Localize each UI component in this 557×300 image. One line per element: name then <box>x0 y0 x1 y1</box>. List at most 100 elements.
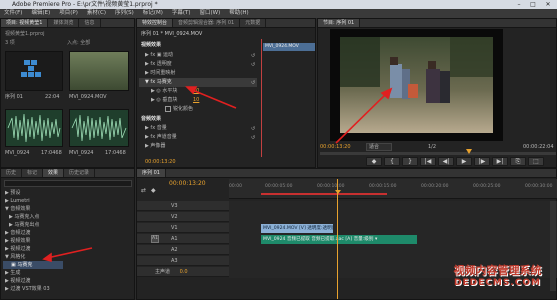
menu-file[interactable]: 文件(F) <box>4 9 22 18</box>
playhead-handle-icon[interactable] <box>335 190 341 194</box>
effects-item-mosaic-out[interactable]: ▶ 马赛克出点 <box>9 221 39 229</box>
step-back-button[interactable]: ◀| <box>438 157 454 166</box>
menu-clip[interactable]: 素材(C) <box>87 9 106 18</box>
tab-metadata[interactable]: 元数据 <box>240 19 267 27</box>
track-header-a3[interactable]: A3 <box>137 256 229 266</box>
program-scrubber[interactable] <box>320 152 556 155</box>
reset-icon[interactable]: ↺ <box>251 53 255 59</box>
effect-motion[interactable]: ▶ fx ▣ 运动 <box>145 51 173 59</box>
horizontal-blocks-value[interactable]: 10 <box>193 87 199 95</box>
tab-history-log[interactable]: 历史记录 <box>64 169 96 177</box>
menu-sequence[interactable]: 序列(S) <box>115 9 134 18</box>
effects-folder-stylize[interactable]: ▼ 风格化 <box>5 253 25 261</box>
track-header-a2[interactable]: A2 <box>137 245 229 255</box>
program-playhead-icon[interactable] <box>466 149 472 154</box>
tab-effects[interactable]: 效果 <box>43 169 65 177</box>
mark-in-button[interactable]: { <box>384 157 400 166</box>
effect-panner[interactable]: ▶ 声像器 <box>145 142 165 150</box>
track-header-master[interactable]: 主声道 0.0 <box>137 267 229 277</box>
effects-item-mosaic[interactable]: ▣ 马赛克 <box>11 261 32 269</box>
tab-info[interactable]: 信息 <box>79 19 101 27</box>
tab-effect-controls[interactable]: 特效控制台 <box>137 19 174 27</box>
sharpen-checkbox[interactable] <box>165 106 171 112</box>
effect-mosaic[interactable]: ▼ fx 马赛克 <box>145 78 172 86</box>
snap-icon[interactable]: ⇄ <box>141 187 146 194</box>
ruler-tick-5: 00:00:05:00 <box>265 184 293 189</box>
ruler-tick-30: 00:00:30:00 <box>525 184 553 189</box>
minimize-button[interactable]: – <box>512 1 526 8</box>
menu-edit[interactable]: 编辑(E) <box>31 9 50 18</box>
effects-folder-presets[interactable]: ▶ 预设 <box>5 189 20 197</box>
close-button[interactable]: ✕ <box>541 1 555 8</box>
marker-button[interactable]: ◆ <box>366 157 382 166</box>
fit-dropdown[interactable]: 适合 <box>366 143 392 151</box>
work-area-bar[interactable] <box>261 193 387 195</box>
resolution-dropdown[interactable]: 1/2 <box>428 143 436 151</box>
menu-help[interactable]: 帮助(H) <box>229 9 248 18</box>
tab-sequence-01[interactable]: 序列 01 <box>137 169 166 177</box>
effects-folder-video-effects[interactable]: ▶ 视频效果 <box>5 237 30 245</box>
menu-marker[interactable]: 标记(M) <box>143 9 163 18</box>
tab-history[interactable]: 历史 <box>1 169 23 177</box>
reset-icon[interactable]: ↺ <box>251 126 255 132</box>
program-duration: 00:00:22:04 <box>523 144 554 150</box>
effect-channel-volume[interactable]: ▶ fx 声道音量 <box>145 133 177 141</box>
tab-program[interactable]: 节目: 序列 01 <box>318 19 361 27</box>
timeline-playhead[interactable] <box>337 179 338 299</box>
go-to-out-button[interactable]: ▶| <box>492 157 508 166</box>
tab-markers[interactable]: 标记 <box>22 169 44 177</box>
audio-item-label-1: MVI_0924 <box>5 150 30 156</box>
program-current-timecode[interactable]: 00:00:13:20 <box>320 143 351 151</box>
effects-folder-lumetri[interactable]: ▶ Lumetri <box>5 197 30 205</box>
effect-timecode[interactable]: 00:00:13:20 <box>145 158 176 166</box>
reset-icon[interactable]: ↺ <box>251 135 255 141</box>
track-header-v2[interactable]: V2 <box>137 212 229 222</box>
extract-button[interactable]: ⬚ <box>528 157 544 166</box>
menu-title[interactable]: 字幕(T) <box>172 9 191 18</box>
tab-media-browser[interactable]: 媒体浏览 <box>48 19 80 27</box>
effect-volume[interactable]: ▶ fx 音量 <box>145 124 167 132</box>
effects-folder-video-transitions-2[interactable]: ▶ 视频过渡 <box>5 277 30 285</box>
audio-item-label-2: MVI_0924 <box>69 150 94 156</box>
video-thumbnail[interactable] <box>69 51 129 91</box>
master-volume-value[interactable]: 0.0 <box>180 269 188 275</box>
vertical-blocks-param[interactable]: ▶ ◎ 垂直块 <box>151 96 177 104</box>
menu-project[interactable]: 项目(P) <box>59 9 78 18</box>
vertical-blocks-value[interactable]: 10 <box>193 96 199 104</box>
source-patch-a1[interactable]: A1 <box>151 235 159 243</box>
audio-clip[interactable]: MVI_0924 音频已提取 音频已提取.aac [A] 音量:级别 ▾ <box>261 235 417 244</box>
go-to-in-button[interactable]: |◀ <box>420 157 436 166</box>
reset-icon[interactable]: ↺ <box>251 80 255 86</box>
step-forward-button[interactable]: |▶ <box>474 157 490 166</box>
effect-opacity[interactable]: ▶ fx 透明度 <box>145 60 172 68</box>
audio-thumbnail-2[interactable] <box>69 109 129 147</box>
effects-folder-audio[interactable]: ▼ 音频效果 <box>5 205 30 213</box>
mark-out-button[interactable]: } <box>402 157 418 166</box>
maximize-button[interactable]: □ <box>526 1 540 8</box>
effects-folder-video-transitions[interactable]: ▶ 视频过渡 <box>5 245 30 253</box>
effects-folder-audio-transitions[interactable]: ▶ 音频过渡 <box>5 229 30 237</box>
add-marker-icon[interactable]: ◆ <box>151 187 156 194</box>
lift-button[interactable]: ⎘ <box>510 157 526 166</box>
effects-folder-generate[interactable]: ▶ 生成 <box>5 269 20 277</box>
menu-window[interactable]: 窗口(W) <box>200 9 221 18</box>
effect-time-remap[interactable]: ▶ 时间重映射 <box>145 69 175 77</box>
mini-playhead[interactable] <box>261 39 262 157</box>
track-header-v3[interactable]: V3 <box>137 201 229 211</box>
play-button[interactable]: ▶ <box>456 157 472 166</box>
reset-icon[interactable]: ↺ <box>251 62 255 68</box>
track-label-master: 主声道 <box>155 269 171 275</box>
track-header-v1[interactable]: V1 <box>137 223 229 233</box>
tab-project[interactable]: 项目: 视频黄莹1 <box>1 19 49 27</box>
project-panel: 项目: 视频黄莹1 媒体浏览 信息 视频黄莹1.prproj 3 项 入点: 全… <box>0 18 135 168</box>
horizontal-blocks-param[interactable]: ▶ ◎ 水平块 <box>151 87 177 95</box>
mini-timeline-clip[interactable]: MVI_0924.MOV <box>263 43 315 51</box>
tab-audio-mixer[interactable]: 音频剪辑混合器: 序列 01 <box>173 19 241 27</box>
effects-item-mosaic-in[interactable]: ▶ 马赛克入点 <box>9 213 39 221</box>
sequence-thumbnail[interactable] <box>5 51 63 91</box>
video-clip[interactable]: MVI_0924.MOV [V] 透明度:透明度 ▾ <box>261 224 333 233</box>
effects-search-input[interactable] <box>4 180 132 187</box>
effects-folder-vst[interactable]: ▶ 过渡 VST效果 03 <box>5 285 50 293</box>
audio-thumbnail-1[interactable] <box>5 109 63 147</box>
timeline-timecode[interactable]: 00:00:13:20 <box>169 180 206 188</box>
